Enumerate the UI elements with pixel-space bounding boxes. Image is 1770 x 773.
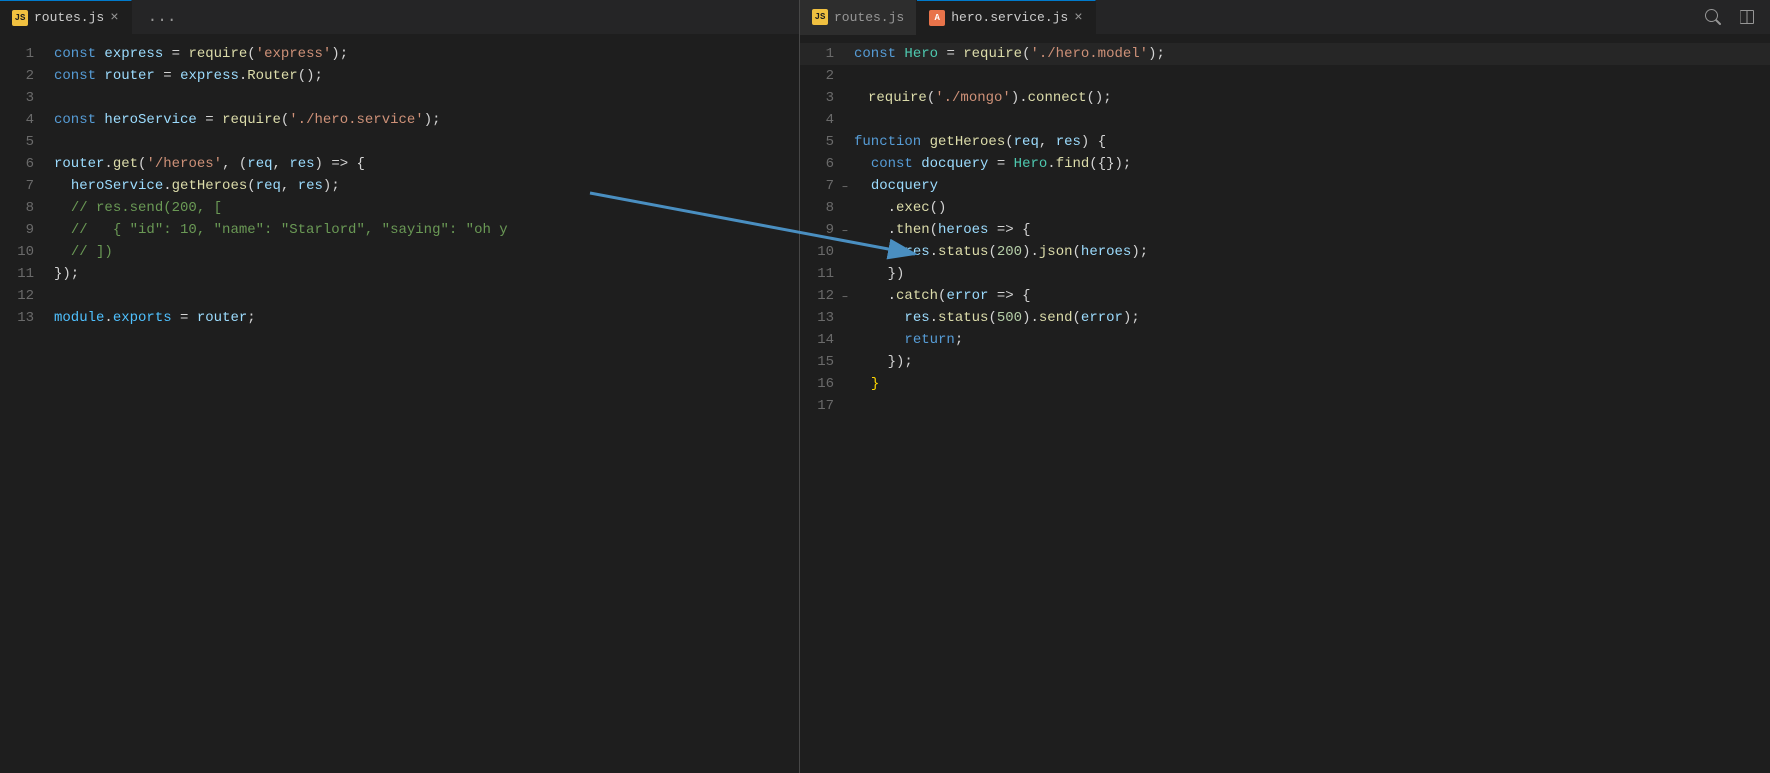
- table-row: 3: [0, 87, 799, 109]
- js-icon-right: JS: [812, 9, 828, 25]
- table-row: 4: [800, 109, 1770, 131]
- left-pane-tabs: JS routes.js × ...: [0, 0, 799, 35]
- split-editor: JS routes.js × ... 1 const express = req…: [0, 0, 1770, 773]
- left-code-lines: 1 const express = require('express'); 2 …: [0, 35, 799, 337]
- table-row: 12: [0, 285, 799, 307]
- table-row: 9 // { "id": 10, "name": "Starlord", "sa…: [0, 219, 799, 241]
- more-button[interactable]: ...: [140, 8, 185, 26]
- table-row: 5: [0, 131, 799, 153]
- table-row: 8 // res.send(200, [: [0, 197, 799, 219]
- right-tab-close[interactable]: ×: [1074, 11, 1082, 25]
- left-code-area[interactable]: 1 const express = require('express'); 2 …: [0, 35, 799, 773]
- left-tab-label: routes.js: [34, 10, 104, 25]
- right-tab-hero-label: hero.service.js: [951, 10, 1068, 25]
- table-row: 1 const express = require('express');: [0, 43, 799, 65]
- table-row: 3 require('./mongo').connect();: [800, 87, 1770, 109]
- a-icon-right: A: [929, 10, 945, 26]
- right-editor-body: 1 const Hero = require('./hero.model'); …: [800, 35, 1770, 773]
- table-row: 2: [800, 65, 1770, 87]
- table-row: 6 router.get('/heroes', (req, res) => {: [0, 153, 799, 175]
- table-row: 7 heroService.getHeroes(req, res);: [0, 175, 799, 197]
- table-row: 5 function getHeroes(req, res) {: [800, 131, 1770, 153]
- table-row: 6 const docquery = Hero.find({});: [800, 153, 1770, 175]
- table-row: 15 });: [800, 351, 1770, 373]
- table-row: 11 });: [0, 263, 799, 285]
- table-row: 14 return;: [800, 329, 1770, 351]
- left-editor-body: 1 const express = require('express'); 2 …: [0, 35, 799, 773]
- left-tab-routes[interactable]: JS routes.js ×: [0, 0, 132, 35]
- table-row: 10 // ]): [0, 241, 799, 263]
- right-tab-routes[interactable]: JS routes.js: [800, 0, 917, 35]
- table-row: 8 .exec(): [800, 197, 1770, 219]
- right-code-area[interactable]: 1 const Hero = require('./hero.model'); …: [800, 35, 1770, 773]
- table-row: 12 − .catch(error => {: [800, 285, 1770, 307]
- right-tab-hero-service[interactable]: A hero.service.js ×: [917, 0, 1095, 35]
- right-pane: JS routes.js A hero.service.js ×: [800, 0, 1770, 773]
- table-row: 1 const Hero = require('./hero.model');: [800, 43, 1770, 65]
- table-row: 9 − .then(heroes => {: [800, 219, 1770, 241]
- right-pane-tabs: JS routes.js A hero.service.js ×: [800, 0, 1770, 35]
- editor-container: JS routes.js × ... 1 const express = req…: [0, 0, 1770, 773]
- left-tab-close[interactable]: ×: [110, 11, 118, 25]
- top-right-icons: [1690, 2, 1770, 32]
- right-code-lines: 1 const Hero = require('./hero.model'); …: [800, 35, 1770, 425]
- table-row: 16 }: [800, 373, 1770, 395]
- table-row: 2 const router = express.Router();: [0, 65, 799, 87]
- table-row: 13 res.status(500).send(error);: [800, 307, 1770, 329]
- split-editor-icon-button[interactable]: [1732, 2, 1762, 32]
- table-row: 7 − docquery: [800, 175, 1770, 197]
- table-row: 11 }): [800, 263, 1770, 285]
- right-tab-routes-label: routes.js: [834, 10, 904, 25]
- js-icon-left: JS: [12, 10, 28, 26]
- table-row: 13 module.exports = router;: [0, 307, 799, 329]
- table-row: 4 const heroService = require('./hero.se…: [0, 109, 799, 131]
- search-icon-button[interactable]: [1698, 2, 1728, 32]
- table-row: 10 res.status(200).json(heroes);: [800, 241, 1770, 263]
- table-row: 17: [800, 395, 1770, 417]
- left-pane: JS routes.js × ... 1 const express = req…: [0, 0, 800, 773]
